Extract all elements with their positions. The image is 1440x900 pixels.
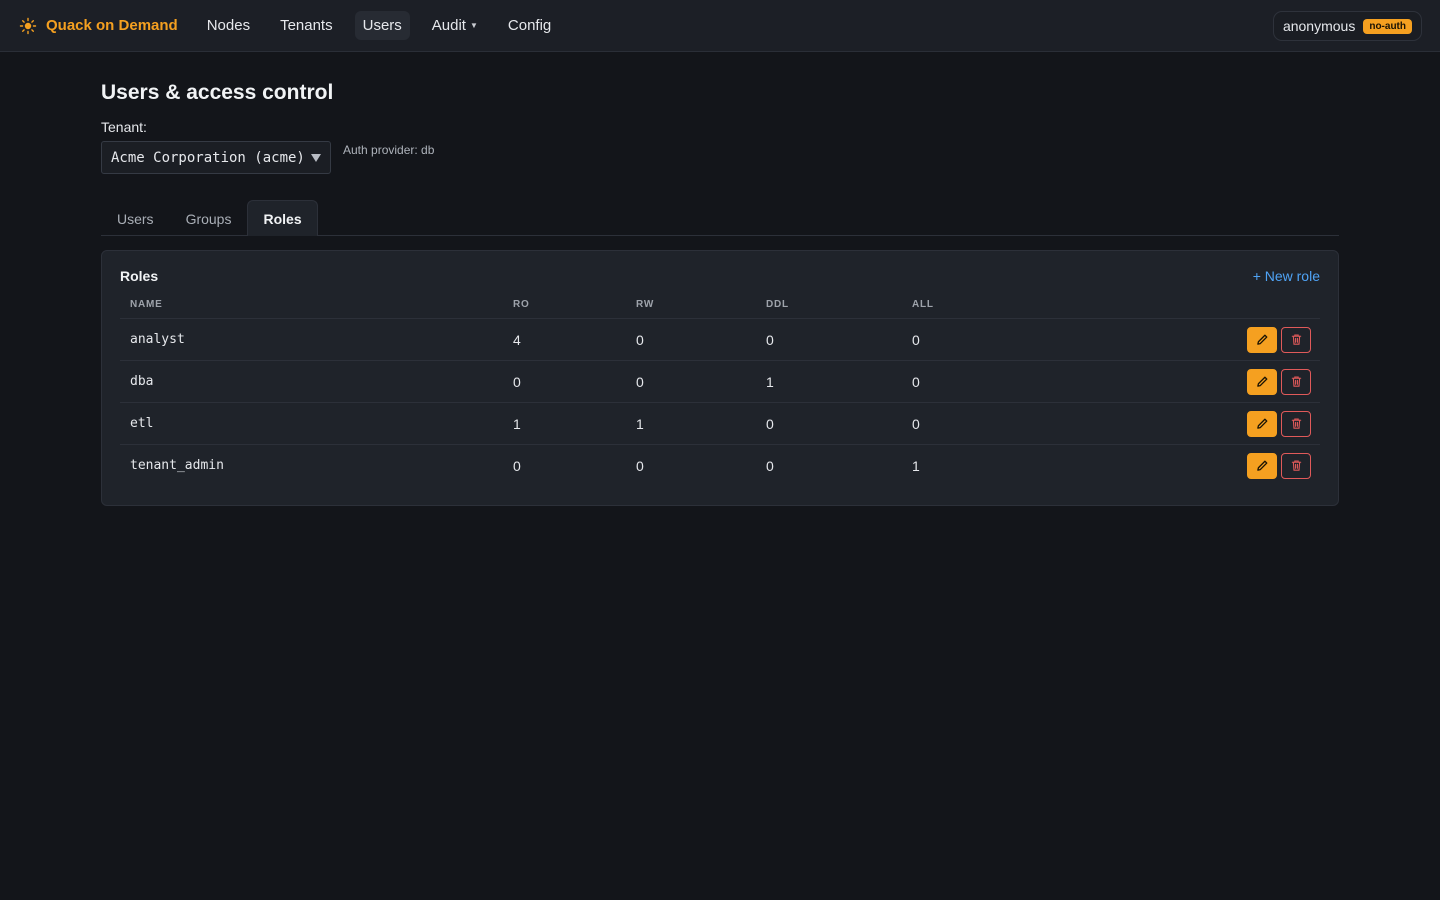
- tab-groups[interactable]: Groups: [170, 200, 248, 236]
- page-title: Users & access control: [101, 81, 334, 104]
- pencil-icon: [1256, 418, 1267, 429]
- top-navigation: Quack on Demand Nodes Tenants Users Audi…: [0, 0, 1440, 52]
- nav-users[interactable]: Users: [354, 11, 410, 40]
- edit-role-button[interactable]: [1247, 452, 1277, 479]
- pencil-icon: [1256, 460, 1267, 472]
- chevron-down-icon: [311, 154, 321, 162]
- column-header-actions: [1032, 299, 1320, 319]
- username: anonymous: [1282, 18, 1356, 34]
- tab-roles[interactable]: Roles: [247, 200, 318, 236]
- roles-card-title: Roles: [120, 268, 159, 284]
- delete-role-button[interactable]: [1281, 326, 1311, 353]
- edit-role-button[interactable]: [1247, 410, 1277, 437]
- new-role-button[interactable]: + New role: [1253, 268, 1320, 284]
- column-header-rw: RW: [626, 299, 756, 319]
- table-header-row: NAME RO RW DDL ALL: [120, 299, 1320, 319]
- role-ddl: 0: [766, 457, 774, 474]
- role-ro: 4: [503, 318, 626, 361]
- edit-role-button[interactable]: [1247, 326, 1277, 353]
- nav-config[interactable]: Config: [500, 11, 559, 40]
- role-ro: 1: [503, 402, 626, 445]
- pencil-icon: [1256, 334, 1267, 345]
- nav-tenants-label: Tenants: [280, 17, 333, 34]
- role-ro: 0: [503, 360, 626, 403]
- logo-icon: [19, 17, 37, 35]
- nav-tenants[interactable]: Tenants: [272, 11, 341, 40]
- trash-icon: [1291, 418, 1301, 429]
- role-rw: 0: [636, 457, 644, 474]
- nav-audit[interactable]: Audit ▼: [424, 11, 486, 40]
- tenant-select-value: Acme Corporation (acme): [111, 149, 305, 166]
- role-all: 1: [912, 457, 920, 474]
- nav-users-label: Users: [362, 17, 402, 34]
- trash-icon: [1291, 460, 1301, 471]
- tenant-select[interactable]: Acme Corporation (acme): [101, 141, 331, 174]
- role-ro: 0: [513, 457, 521, 474]
- tab-bar: Users Groups Roles: [101, 200, 1339, 236]
- role-rw: 0: [626, 318, 756, 361]
- roles-table: NAME RO RW DDL ALL analyst 4 0 0 0 dba 0…: [120, 299, 1320, 487]
- user-menu[interactable]: anonymous no-auth: [1272, 11, 1422, 41]
- nav-nodes-label: Nodes: [206, 17, 251, 34]
- table-row: analyst 4 0 0 0: [120, 318, 1320, 361]
- chevron-down-icon: ▼: [469, 21, 478, 30]
- tab-groups-label: Groups: [185, 210, 232, 227]
- table-row: tenant_admin 0 0 0 1: [120, 445, 1320, 487]
- role-ddl: 0: [756, 318, 902, 361]
- table-row: dba 0 0 1 0: [120, 360, 1320, 403]
- auth-badge: no-auth: [1363, 18, 1412, 34]
- role-all: 0: [902, 318, 1032, 361]
- column-header-name: NAME: [120, 299, 503, 319]
- trash-icon: [1291, 376, 1301, 387]
- nav-nodes[interactable]: Nodes: [199, 11, 258, 40]
- tab-roles-label: Roles: [263, 210, 302, 227]
- row-actions: [1032, 318, 1320, 361]
- column-header-ddl: DDL: [756, 299, 902, 319]
- role-rw: 0: [626, 360, 756, 403]
- row-actions: [1032, 360, 1320, 403]
- pencil-icon: [1256, 376, 1267, 387]
- edit-role-button[interactable]: [1247, 368, 1277, 395]
- tab-users-label: Users: [117, 210, 154, 227]
- main-content: Users & access control Tenant: Acme Corp…: [101, 52, 1339, 506]
- role-name: analyst: [120, 318, 503, 361]
- row-actions: [1032, 445, 1320, 487]
- role-name: etl: [120, 402, 503, 445]
- role-name: tenant_admin: [130, 458, 224, 474]
- tenant-label: Tenant:: [101, 119, 147, 135]
- nav-config-label: Config: [507, 17, 552, 34]
- roles-card: Roles + New role NAME RO RW DDL ALL anal…: [101, 250, 1339, 506]
- column-header-all: ALL: [902, 299, 1032, 319]
- role-name: dba: [120, 360, 503, 403]
- nav-audit-label: Audit: [431, 17, 466, 34]
- role-rw: 1: [626, 402, 756, 445]
- delete-role-button[interactable]: [1281, 368, 1311, 395]
- brand-name: Quack on Demand: [46, 17, 178, 34]
- tenant-row: Acme Corporation (acme) Auth provider: d…: [101, 141, 1339, 174]
- auth-provider-text: Auth provider: db: [343, 143, 435, 157]
- tab-users[interactable]: Users: [101, 200, 170, 236]
- table-row: etl 1 1 0 0: [120, 402, 1320, 445]
- trash-icon: [1291, 334, 1301, 345]
- delete-role-button[interactable]: [1281, 410, 1311, 437]
- delete-role-button[interactable]: [1281, 452, 1311, 479]
- role-ddl: 1: [756, 360, 902, 403]
- role-all: 0: [902, 360, 1032, 403]
- role-all: 0: [902, 402, 1032, 445]
- row-actions: [1032, 402, 1320, 445]
- role-ddl: 0: [756, 402, 902, 445]
- brand[interactable]: Quack on Demand: [19, 17, 178, 35]
- column-header-ro: RO: [503, 299, 626, 319]
